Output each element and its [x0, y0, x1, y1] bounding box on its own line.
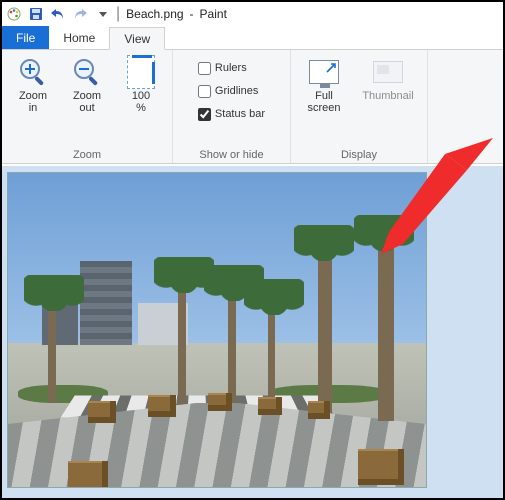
zoom-in-icon — [17, 56, 49, 88]
canvas-workspace[interactable] — [2, 166, 503, 498]
page-100-icon — [125, 56, 157, 88]
group-show-or-hide: Rulers Gridlines Status bar Show or hide — [173, 50, 291, 163]
thumbnail-label: Thumbnail — [362, 90, 413, 102]
group-display-label: Display — [341, 147, 377, 163]
title-appname: Paint — [200, 7, 227, 21]
zoom-in-label: Zoom in — [19, 90, 47, 114]
full-screen-icon — [308, 56, 340, 88]
gridlines-label: Gridlines — [215, 85, 258, 97]
app-icon — [6, 6, 22, 22]
zoom-100-button[interactable]: 100 % — [118, 52, 164, 114]
full-screen-button[interactable]: Full screen — [299, 52, 349, 114]
zoom-out-label: Zoom out — [73, 90, 101, 114]
view-tab[interactable]: View — [109, 27, 165, 50]
title-dash: - — [190, 7, 194, 21]
rulers-checkbox-input[interactable] — [198, 62, 211, 75]
thumbnail-icon — [372, 56, 404, 88]
title-bar: | Beach.png - Paint — [2, 2, 503, 26]
statusbar-label: Status bar — [215, 108, 265, 120]
rulers-label: Rulers — [215, 62, 247, 74]
save-icon[interactable] — [28, 6, 44, 22]
canvas-image[interactable] — [7, 172, 427, 488]
thumbnail-button[interactable]: Thumbnail — [357, 52, 419, 102]
title-separator: | — [116, 5, 120, 23]
group-display: Full screen Thumbnail Display — [291, 50, 428, 163]
group-zoom-label: Zoom — [73, 147, 101, 163]
ribbon-tabs: File Home View — [2, 26, 503, 50]
undo-icon[interactable] — [50, 6, 66, 22]
ribbon: Zoom in Zoom out 100 % Zoom — [2, 50, 503, 164]
redo-icon[interactable] — [72, 6, 88, 22]
paint-window: | Beach.png - Paint File Home View Zoom … — [0, 0, 505, 500]
zoom-100-label: 100 % — [132, 90, 150, 114]
rulers-checkbox[interactable]: Rulers — [198, 58, 247, 78]
group-show-label: Show or hide — [199, 147, 263, 163]
qat-customize-icon[interactable] — [94, 6, 110, 22]
home-tab[interactable]: Home — [49, 26, 109, 49]
statusbar-checkbox-input[interactable] — [198, 108, 211, 121]
full-screen-label: Full screen — [307, 90, 340, 114]
gridlines-checkbox[interactable]: Gridlines — [198, 81, 258, 101]
zoom-out-button[interactable]: Zoom out — [64, 52, 110, 114]
group-zoom: Zoom in Zoom out 100 % Zoom — [2, 50, 173, 163]
statusbar-checkbox[interactable]: Status bar — [198, 104, 265, 124]
gridlines-checkbox-input[interactable] — [198, 85, 211, 98]
zoom-out-icon — [71, 56, 103, 88]
file-tab[interactable]: File — [2, 26, 49, 49]
quick-access-toolbar — [6, 6, 110, 22]
zoom-in-button[interactable]: Zoom in — [10, 52, 56, 114]
title-filename: Beach.png — [126, 7, 183, 21]
